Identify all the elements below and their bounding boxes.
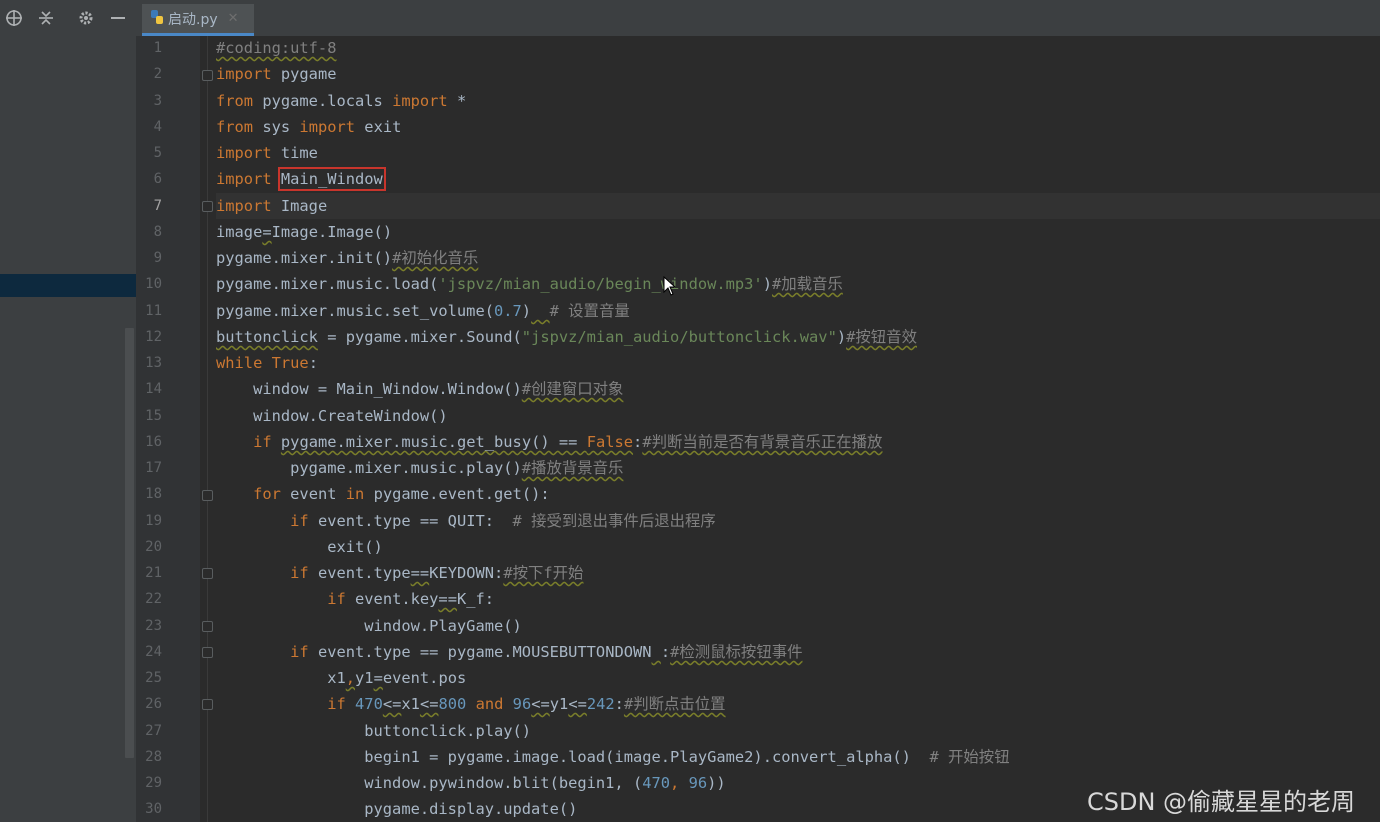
code-line-30: pygame.display.update() bbox=[216, 800, 578, 818]
code-line-9: pygame.mixer.init()#初始化音乐 bbox=[216, 249, 479, 267]
line-number: 1 bbox=[153, 40, 162, 56]
line-number: 17 bbox=[145, 460, 162, 476]
code-line-26: if 470<=x1<=800 and 96<=y1<=242:#判断点击位置 bbox=[327, 695, 726, 713]
highlighted-module: Main_Window bbox=[277, 167, 386, 191]
fold-marker[interactable] bbox=[202, 699, 213, 710]
line-number: 26 bbox=[145, 696, 162, 712]
line-number: 12 bbox=[145, 329, 162, 345]
mouse-cursor-icon bbox=[663, 275, 677, 300]
minimize-icon[interactable] bbox=[108, 7, 128, 29]
code-line-25: x1,y1=event.pos bbox=[216, 669, 467, 687]
line-number: 28 bbox=[145, 749, 162, 765]
line-number: 8 bbox=[153, 224, 162, 240]
code-line-21: if event.type==KEYDOWN:#按下f开始 bbox=[290, 564, 584, 582]
code-line-16: if pygame.mixer.music.get_busy() == Fals… bbox=[253, 433, 883, 451]
code-line-24: if event.type == pygame.MOUSEBUTTONDOWN … bbox=[290, 643, 803, 661]
fold-marker[interactable] bbox=[202, 568, 213, 579]
code-line-13: while True: bbox=[216, 354, 318, 372]
code-line-8: image=Image.Image() bbox=[216, 223, 393, 241]
line-number: 14 bbox=[145, 381, 162, 397]
close-icon[interactable]: ✕ bbox=[228, 11, 239, 26]
code-line-12: buttonclick = pygame.mixer.Sound("jspvz/… bbox=[216, 328, 917, 346]
sidebar-scrollbar[interactable] bbox=[125, 328, 134, 758]
code-line-3: from pygame.locals import * bbox=[216, 92, 467, 110]
gear-icon[interactable] bbox=[76, 7, 96, 29]
line-number: 27 bbox=[145, 723, 162, 739]
fold-marker[interactable] bbox=[202, 490, 213, 501]
tab-label: 启动.py bbox=[168, 11, 218, 28]
line-number: 4 bbox=[153, 119, 162, 135]
line-number: 19 bbox=[145, 513, 162, 529]
code-line-1: #coding:utf-8 bbox=[216, 39, 337, 57]
code-line-5: import time bbox=[216, 144, 318, 162]
line-number: 22 bbox=[145, 591, 162, 607]
code-line-6: import Main_Window bbox=[216, 167, 386, 191]
line-number: 23 bbox=[145, 618, 162, 634]
line-number: 11 bbox=[145, 303, 162, 319]
code-line-11: pygame.mixer.music.set_volume(0.7) # 设置音… bbox=[216, 302, 630, 320]
python-file-icon bbox=[150, 9, 164, 29]
line-number: 13 bbox=[145, 355, 162, 371]
line-number: 10 bbox=[145, 276, 162, 292]
line-number: 5 bbox=[153, 145, 162, 161]
current-line-highlight bbox=[216, 193, 1380, 219]
code-line-27: buttonclick.play() bbox=[216, 722, 532, 740]
code-line-29: window.pywindow.blit(begin1, (470, 96)) bbox=[216, 774, 726, 792]
line-number: 3 bbox=[153, 93, 162, 109]
line-number: 6 bbox=[153, 171, 162, 187]
editor-tabbar: 启动.py ✕ bbox=[136, 0, 1380, 37]
tab-startup-py[interactable]: 启动.py ✕ bbox=[142, 4, 254, 36]
fold-marker[interactable] bbox=[202, 70, 213, 81]
code-line-2: import pygame bbox=[216, 65, 337, 83]
collapse-icon[interactable] bbox=[36, 7, 56, 29]
line-number: 2 bbox=[153, 66, 162, 82]
code-line-23: window.PlayGame() bbox=[216, 617, 522, 635]
target-icon[interactable] bbox=[4, 7, 24, 29]
project-toolbar bbox=[0, 0, 136, 36]
line-number: 18 bbox=[145, 486, 162, 502]
line-number: 9 bbox=[153, 250, 162, 266]
line-number: 7 bbox=[153, 198, 162, 214]
code-line-19: if event.type == QUIT: # 接受到退出事件后退出程序 bbox=[290, 512, 716, 530]
fold-marker[interactable] bbox=[202, 647, 213, 658]
fold-marker[interactable] bbox=[202, 621, 213, 632]
code-line-7: import Image bbox=[216, 197, 328, 215]
line-number: 21 bbox=[145, 565, 162, 581]
code-line-4: from sys import exit bbox=[216, 118, 402, 136]
line-number: 16 bbox=[145, 434, 162, 450]
code-line-20: exit() bbox=[216, 538, 383, 556]
code-line-10: pygame.mixer.music.load('jspvz/mian_audi… bbox=[216, 275, 843, 293]
line-number: 30 bbox=[145, 801, 162, 817]
code-line-28: begin1 = pygame.image.load(image.PlayGam… bbox=[216, 748, 1010, 766]
line-number: 15 bbox=[145, 408, 162, 424]
code-line-18: for event in pygame.event.get(): bbox=[253, 485, 550, 503]
code-line-17: pygame.mixer.music.play()#播放背景音乐 bbox=[216, 459, 624, 477]
line-number: 29 bbox=[145, 775, 162, 791]
fold-marker[interactable] bbox=[202, 201, 213, 212]
selected-tree-item[interactable] bbox=[0, 274, 136, 297]
line-number: 25 bbox=[145, 670, 162, 686]
line-number: 24 bbox=[145, 644, 162, 660]
code-line-22: if event.key==K_f: bbox=[327, 590, 495, 608]
code-line-15: window.CreateWindow() bbox=[216, 407, 448, 425]
project-panel bbox=[0, 0, 136, 822]
code-line-14: window = Main_Window.Window()#创建窗口对象 bbox=[216, 380, 624, 398]
watermark: CSDN @偷藏星星的老周 bbox=[1087, 788, 1356, 816]
line-number: 20 bbox=[145, 539, 162, 555]
